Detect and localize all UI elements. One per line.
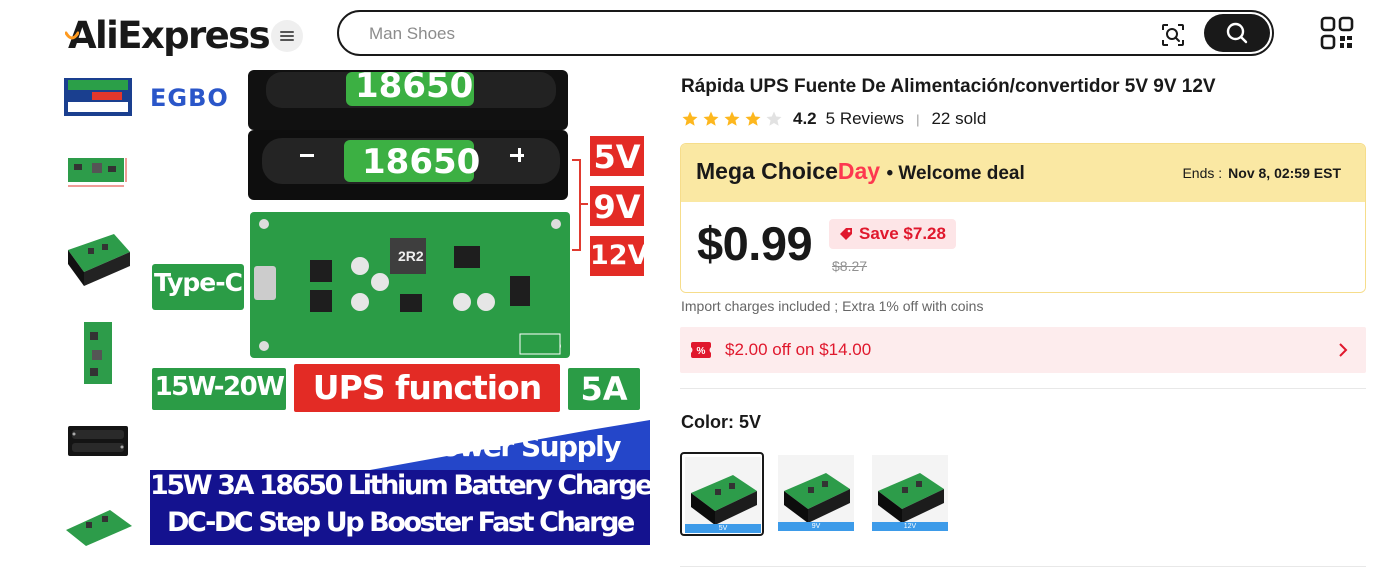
swatch-board-image	[784, 473, 850, 523]
ends-time: Nov 8, 02:59 EST	[1228, 165, 1341, 181]
thumbnail-2[interactable]	[62, 136, 134, 202]
price-block: $0.99 Save $7.28 $8.27	[681, 202, 1365, 292]
logo-smile-icon	[65, 31, 79, 39]
color-label: Color: 5V	[681, 412, 762, 432]
rating-value: 4.2	[793, 109, 817, 128]
type-c-tag: Type-C	[154, 268, 243, 297]
original-price: $8.27	[832, 258, 868, 274]
aliexpress-logo[interactable]: AliExpress	[65, 12, 271, 58]
amp-tag: 5A	[580, 370, 628, 408]
thumbnail-5[interactable]	[62, 406, 134, 472]
thumbnail-3[interactable]	[62, 222, 134, 288]
swatch-board-image	[691, 475, 757, 525]
voltage-tag-12v: 12V	[590, 240, 649, 271]
price-tag-icon	[840, 228, 852, 240]
swatch-tag: 5V	[685, 524, 761, 533]
menu-icon	[280, 31, 294, 41]
camera-search-button[interactable]	[1159, 21, 1187, 49]
deal-box: Mega ChoiceDay • Welcome deal Ends : Nov …	[680, 143, 1366, 293]
power-tag: 15W-20W	[154, 372, 285, 402]
rating-row: 4.2 5 Reviews | 22 sold	[681, 107, 986, 131]
board-model: 2R2	[398, 248, 424, 264]
coupon-icon-label: %	[697, 346, 706, 357]
thumbnail-image	[62, 222, 134, 288]
thumbnail-image	[62, 136, 134, 202]
header: AliExpress Man Shoes	[0, 0, 1387, 70]
deal-header: Mega ChoiceDay • Welcome deal Ends : Nov …	[681, 144, 1365, 202]
deal-countdown: Ends : Nov 8, 02:59 EST	[1182, 165, 1341, 181]
color-option-image: 5V	[685, 457, 761, 533]
brand-mega-choice: Mega Choice	[696, 158, 838, 184]
voltage-tag-9v: 9V	[593, 188, 641, 226]
star-filled-icon	[682, 111, 698, 126]
qr-code-button[interactable]	[1320, 16, 1354, 50]
divider-line	[680, 566, 1366, 567]
banner-line-1: UPS Power Supply	[354, 430, 622, 463]
thumbnail-image	[62, 316, 134, 388]
camera-search-icon	[1162, 24, 1184, 46]
search-input[interactable]: Man Shoes	[369, 24, 455, 44]
brand-label: EGBO	[150, 84, 229, 112]
divider: |	[916, 111, 920, 127]
coupon-icon: %	[691, 342, 711, 358]
ends-label: Ends :	[1182, 165, 1223, 181]
thumbnail-image	[64, 78, 132, 116]
star-filled-icon	[703, 111, 719, 126]
sold-count: 22 sold	[931, 109, 987, 128]
color-option-image: 12V	[872, 455, 948, 531]
product-title: Rápida UPS Fuente De Alimentación/conver…	[681, 76, 1216, 97]
star-filled-icon	[724, 111, 740, 126]
mega-choice-day-banner: Mega ChoiceDay • Welcome deal	[696, 158, 1025, 185]
logo-mark: AliExpress	[65, 13, 271, 57]
thumbnail-6[interactable]	[62, 500, 134, 548]
chevron-right-icon	[1339, 343, 1348, 357]
reviews-link[interactable]: 5 Reviews	[826, 109, 904, 129]
search-icon	[1226, 22, 1248, 44]
star-filled-icon	[745, 111, 761, 126]
thumbnail-1[interactable]	[62, 70, 134, 118]
star-rating[interactable]	[681, 110, 783, 128]
thumbnail-image	[62, 406, 134, 472]
voltage-tag-5v: 5V	[593, 138, 641, 176]
color-option-12v[interactable]: 12V	[869, 452, 953, 536]
import-charges-note: Import charges included ; Extra 1% off w…	[681, 298, 984, 314]
coupon-banner[interactable]: % $2.00 off on $14.00	[680, 327, 1366, 373]
coupon-text: $2.00 off on $14.00	[725, 340, 872, 359]
swatch-tag: 9V	[778, 522, 854, 531]
thumbnail-4[interactable]	[62, 316, 134, 388]
welcome-deal-label: • Welcome deal	[886, 163, 1025, 184]
banner-line-3: DC-DC Step Up Booster Fast Charge	[167, 507, 635, 538]
save-amount: Save $7.28	[859, 224, 946, 243]
color-option-9v[interactable]: 9V	[775, 452, 859, 536]
save-badge: Save $7.28	[829, 219, 956, 249]
logo-text: AliExpress	[68, 13, 271, 57]
battery-label-top: 18650	[355, 70, 474, 106]
swatch-tag: 12V	[872, 522, 948, 531]
color-option-image: 9V	[778, 455, 854, 531]
thumbnail-image	[62, 500, 134, 548]
menu-button[interactable]	[271, 20, 303, 52]
brand-day: Day	[837, 158, 881, 184]
divider-line	[680, 388, 1366, 389]
qr-code-icon	[1320, 16, 1354, 50]
star-empty-icon	[766, 111, 782, 126]
battery-label: 18650	[362, 142, 481, 182]
search-button[interactable]	[1204, 14, 1270, 52]
search-bar: Man Shoes	[337, 10, 1274, 56]
main-product-image[interactable]: EGBO 18650 18650 2R2 5V 9V 12V Type-C 15…	[150, 70, 650, 545]
banner-line-2: 15W 3A 18650 Lithium Battery Charger	[150, 470, 650, 501]
current-price: $0.99	[697, 217, 813, 270]
color-option-5v[interactable]: 5V	[680, 452, 764, 536]
swatch-board-image	[878, 473, 944, 523]
ups-function-tag: UPS function	[312, 368, 542, 407]
